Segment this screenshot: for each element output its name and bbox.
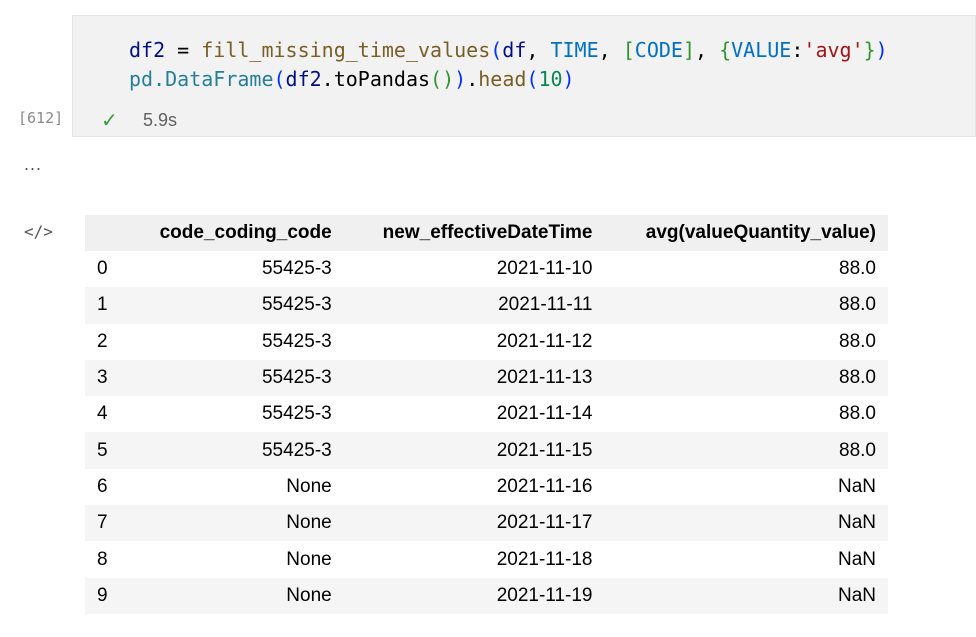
column-header: new_effectiveDateTime <box>343 215 605 251</box>
execution-duration: 5.9s <box>143 110 178 130</box>
column-header: avg(valueQuantity_value) <box>604 215 888 251</box>
table-cell: 2021-11-17 <box>343 505 605 542</box>
table-cell: 88.0 <box>604 287 888 324</box>
row-index: 9 <box>85 577 125 614</box>
table-cell: 88.0 <box>604 359 888 397</box>
table-cell: NaN <box>837 475 876 497</box>
column-header <box>85 215 125 251</box>
table-row: 6 None 2021-11-16 NaN <box>85 469 888 505</box>
table-cell: None <box>286 548 332 570</box>
table-cell: None <box>125 577 344 614</box>
execution-count: [612] <box>18 109 64 127</box>
table-cell: 55425-3 <box>125 359 344 397</box>
table-row: 9 None 2021-11-19 NaN <box>85 577 888 614</box>
row-index: 3 <box>85 359 125 397</box>
row-index: 6 <box>97 475 108 497</box>
column-header: code_coding_code <box>125 215 344 251</box>
table-cell: 55425-3 <box>261 258 332 280</box>
table-cell: 55425-3 <box>261 330 332 352</box>
dataframe-table: code_coding_code new_effectiveDateTime avg… <box>85 215 888 614</box>
table-row: 5 55425-3 2021-11-15 88.0 <box>85 432 888 469</box>
code-editor[interactable]: df2 = fill_missing_time_values(df, TIME,… <box>129 36 888 94</box>
table-cell: 2021-11-15 <box>343 432 605 469</box>
table-cell: 2021-11-19 <box>343 577 605 614</box>
table-cell: 88.0 <box>604 432 888 469</box>
row-index: 0 <box>97 258 108 280</box>
table-row: 1 55425-3 2021-11-11 88.0 <box>85 287 888 324</box>
table-cell: 2021-11-12 <box>496 330 593 352</box>
table-header-row: code_coding_code new_effectiveDateTime avg… <box>85 215 888 251</box>
check-icon: ✓ <box>101 110 118 132</box>
table-cell: 2021-11-10 <box>496 258 593 280</box>
row-index: 5 <box>85 432 125 469</box>
table-cell: 88.0 <box>839 258 876 280</box>
row-index: 2 <box>97 330 108 352</box>
table-cell: NaN <box>604 577 888 614</box>
code-line-1: df2 = fill_missing_time_values(df, TIME,… <box>129 38 888 62</box>
table-cell: None <box>125 505 344 542</box>
table-cell: 2021-11-14 <box>496 403 593 425</box>
row-index: 4 <box>97 403 108 425</box>
table-cell: 55425-3 <box>125 432 344 469</box>
table-cell: NaN <box>837 548 876 570</box>
table-cell: 2021-11-13 <box>343 359 605 397</box>
row-index: 7 <box>85 505 125 542</box>
table-cell: 2021-11-11 <box>343 287 605 324</box>
table-row: 8 None 2021-11-18 NaN <box>85 541 888 577</box>
table-row: 3 55425-3 2021-11-13 88.0 <box>85 359 888 397</box>
table-cell: 2021-11-16 <box>496 475 593 497</box>
table-cell: 55425-3 <box>125 287 344 324</box>
row-index: 8 <box>97 548 108 570</box>
code-cell[interactable]: df2 = fill_missing_time_values(df, TIME,… <box>72 15 976 137</box>
table-cell: None <box>286 475 332 497</box>
table-cell: 55425-3 <box>261 403 332 425</box>
row-index: 1 <box>85 287 125 324</box>
table-cell: NaN <box>604 505 888 542</box>
table-cell: 88.0 <box>839 403 876 425</box>
code-line-2: pd.DataFrame(df2.toPandas()).head(10) <box>129 67 575 91</box>
table-row: 7 None 2021-11-17 NaN <box>85 505 888 542</box>
ellipsis-icon[interactable]: ... <box>24 154 42 175</box>
code-icon[interactable]: </> <box>24 222 53 241</box>
table-row: 0 55425-3 2021-11-10 88.0 <box>85 251 888 287</box>
table-cell: 2021-11-18 <box>496 548 593 570</box>
table-row: 4 55425-3 2021-11-14 88.0 <box>85 396 888 432</box>
table-row: 2 55425-3 2021-11-12 88.0 <box>85 324 888 360</box>
table-cell: 88.0 <box>839 330 876 352</box>
